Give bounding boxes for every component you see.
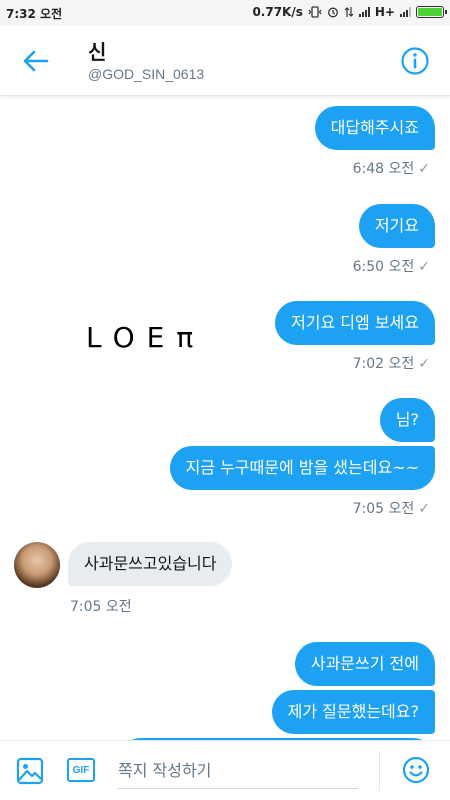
battery-icon: [416, 6, 447, 18]
conversation-name: 신: [88, 40, 107, 64]
logo-graphic: LOEπ: [86, 321, 206, 354]
timestamp-text: 6:48 오전: [352, 161, 415, 177]
message-input[interactable]: [118, 753, 358, 789]
status-indicators: 0.77K/s H+: [252, 5, 447, 19]
message-bubble[interactable]: 대답해주시죠: [314, 106, 435, 150]
smiley-icon: [402, 756, 430, 784]
message-composer: GIF: [0, 740, 450, 800]
sent-check-icon: ✓: [418, 501, 430, 517]
signal-strength-icon-2: [400, 7, 411, 17]
timestamp-text: 7:02 오전: [352, 356, 415, 372]
message-timestamp: 7:05 오전: [70, 599, 132, 615]
back-button[interactable]: [20, 46, 52, 76]
message-bubble[interactable]: 저기요 디엠 보세요: [275, 301, 435, 345]
info-icon: [401, 47, 429, 75]
timestamp-text: 6:50 오전: [352, 259, 415, 275]
back-arrow-icon: [23, 50, 49, 72]
emoji-button[interactable]: [402, 756, 430, 784]
composer-divider: [379, 751, 380, 791]
sent-check-icon: ✓: [418, 259, 430, 275]
battery-level: [418, 8, 442, 16]
vibrate-icon: [308, 6, 322, 18]
message-bubble[interactable]: 사과문쓰고있습니다: [68, 542, 233, 586]
sent-check-icon: ✓: [418, 161, 430, 177]
message-bubble[interactable]: 사과문쓰기 전에: [294, 642, 435, 686]
message-list[interactable]: 대답해주시죠 6:48 오전 ✓ 저기요 6:50 오전 ✓ LOEπ 저기요 디엠…: [0, 96, 450, 740]
message-timestamp: 6:48 오전 ✓: [353, 158, 430, 178]
message-bubble[interactable]: 저기요: [358, 204, 435, 248]
network-speed: 0.77K/s: [252, 5, 303, 19]
network-type: H+: [374, 5, 395, 19]
message-bubble[interactable]: 제가 질문했는데요?: [271, 690, 435, 734]
status-time: 7:32 오전: [6, 7, 63, 21]
alarm-icon: [327, 7, 338, 18]
conversation-header: 신 @GOD_SIN_0613: [0, 26, 450, 96]
add-photo-button[interactable]: [16, 757, 44, 785]
message-timestamp: 7:02 오전 ✓: [353, 353, 430, 373]
sent-check-icon: ✓: [418, 356, 430, 372]
message-bubble[interactable]: 지금 누구때문에 밤을 샜는데요~~: [169, 446, 435, 490]
info-button[interactable]: [400, 46, 430, 76]
conversation-handle: @GOD_SIN_0613: [88, 66, 205, 82]
sender-avatar[interactable]: [14, 542, 60, 588]
gif-button[interactable]: GIF: [67, 758, 95, 782]
signal-strength-icon: [358, 7, 370, 17]
message-timestamp: 6:50 오전 ✓: [353, 256, 430, 276]
status-bar: 7:32 오전 0.77K/s H+: [0, 0, 450, 26]
message-bubble[interactable]: 님?: [379, 398, 435, 442]
data-transfer-icon: [344, 7, 354, 17]
message-timestamp: 7:05 오전 ✓: [353, 498, 430, 518]
timestamp-text: 7:05 오전: [352, 501, 415, 517]
image-icon: [16, 757, 44, 785]
